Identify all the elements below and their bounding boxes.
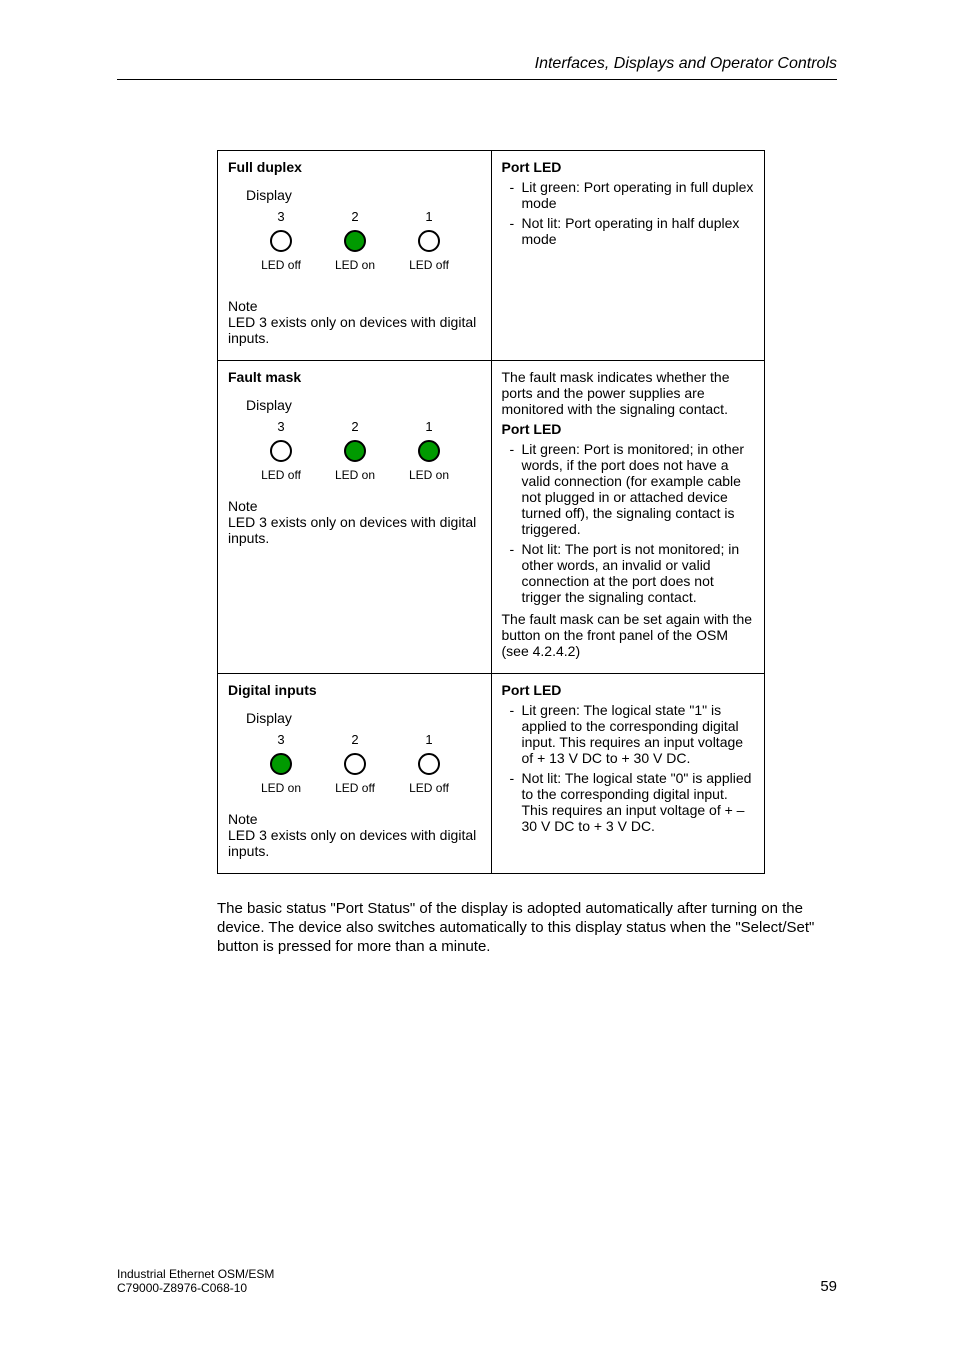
- list-item: Lit green: The logical state "1" is appl…: [510, 702, 755, 766]
- led-state-label: LED off: [261, 258, 301, 272]
- led-col: 1 LED on: [406, 419, 452, 482]
- led-number: 1: [425, 732, 432, 747]
- status-table: Full duplex Display 3 LED off 2 LED on 1: [217, 150, 765, 874]
- led-off-icon: [270, 440, 292, 462]
- led-col: 3 LED off: [258, 419, 304, 482]
- led-col: 1 LED off: [406, 732, 452, 795]
- led-number: 3: [277, 209, 284, 224]
- led-off-icon: [418, 230, 440, 252]
- page-number: 59: [820, 1278, 837, 1295]
- led-on-icon: [344, 440, 366, 462]
- led-col: 2 LED off: [332, 732, 378, 795]
- port-led-list: Lit green: Port is monitored; in other w…: [502, 441, 755, 605]
- cell-fault-mask-left: Fault mask Display 3 LED off 2 LED on 1: [218, 361, 492, 674]
- note-block: Note LED 3 exists only on devices with d…: [228, 811, 481, 859]
- led-col: 3 LED on: [258, 732, 304, 795]
- footer-doc-id: C79000-Z8976-C068-10: [117, 1281, 274, 1295]
- page-footer: Industrial Ethernet OSM/ESM C79000-Z8976…: [117, 1267, 837, 1295]
- led-number: 2: [351, 732, 358, 747]
- row-title: Full duplex: [228, 159, 481, 175]
- note-text: LED 3 exists only on devices with digita…: [228, 827, 481, 859]
- note-text: LED 3 exists only on devices with digita…: [228, 314, 481, 346]
- led-col: 3 LED off: [258, 209, 304, 272]
- led-number: 3: [277, 419, 284, 434]
- note-text: LED 3 exists only on devices with digita…: [228, 514, 481, 546]
- led-state-label: LED off: [409, 258, 449, 272]
- led-state-label: LED on: [261, 781, 301, 795]
- led-number: 1: [425, 209, 432, 224]
- note-block: Note LED 3 exists only on devices with d…: [228, 498, 481, 546]
- led-number: 3: [277, 732, 284, 747]
- footer-doc-title: Industrial Ethernet OSM/ESM: [117, 1267, 274, 1281]
- led-row: 3 LED off 2 LED on 1 LED off: [228, 209, 481, 272]
- note-label: Note: [228, 298, 481, 314]
- led-row: 3 LED off 2 LED on 1 LED on: [228, 419, 481, 482]
- list-item: Lit green: Port operating in full duplex…: [510, 179, 755, 211]
- list-item: Not lit: The port is not monitored; in o…: [510, 541, 755, 605]
- list-item: Lit green: Port is monitored; in other w…: [510, 441, 755, 537]
- led-number: 2: [351, 419, 358, 434]
- footer-text: The fault mask can be set again with the…: [502, 611, 755, 659]
- led-on-icon: [270, 753, 292, 775]
- port-led-heading: Port LED: [502, 421, 755, 437]
- note-label: Note: [228, 811, 481, 827]
- display-label: Display: [228, 397, 481, 413]
- port-led-list: Lit green: The logical state "1" is appl…: [502, 702, 755, 834]
- port-led-heading: Port LED: [502, 159, 755, 175]
- cell-full-duplex-right: Port LED Lit green: Port operating in fu…: [491, 151, 765, 361]
- led-col: 2 LED on: [332, 419, 378, 482]
- led-col: 2 LED on: [332, 209, 378, 272]
- led-on-icon: [344, 230, 366, 252]
- led-col: 1 LED off: [406, 209, 452, 272]
- led-row: 3 LED on 2 LED off 1 LED off: [228, 732, 481, 795]
- led-off-icon: [270, 230, 292, 252]
- port-led-heading: Port LED: [502, 682, 755, 698]
- led-state-label: LED off: [335, 781, 375, 795]
- cell-digital-inputs-left: Digital inputs Display 3 LED on 2 LED of…: [218, 674, 492, 874]
- port-led-list: Lit green: Port operating in full duplex…: [502, 179, 755, 247]
- section-header: Interfaces, Displays and Operator Contro…: [117, 55, 837, 80]
- led-state-label: LED off: [409, 781, 449, 795]
- led-number: 2: [351, 209, 358, 224]
- display-label: Display: [228, 710, 481, 726]
- led-state-label: LED on: [409, 468, 449, 482]
- list-item: Not lit: The logical state "0" is applie…: [510, 770, 755, 834]
- cell-fault-mask-right: The fault mask indicates whether the por…: [491, 361, 765, 674]
- body-paragraph: The basic status "Port Status" of the di…: [217, 900, 837, 956]
- led-number: 1: [425, 419, 432, 434]
- led-on-icon: [418, 440, 440, 462]
- cell-full-duplex-left: Full duplex Display 3 LED off 2 LED on 1: [218, 151, 492, 361]
- display-label: Display: [228, 187, 481, 203]
- row-title: Fault mask: [228, 369, 481, 385]
- footer-left: Industrial Ethernet OSM/ESM C79000-Z8976…: [117, 1267, 274, 1295]
- led-state-label: LED on: [335, 468, 375, 482]
- led-off-icon: [344, 753, 366, 775]
- note-block: Note LED 3 exists only on devices with d…: [228, 298, 481, 346]
- led-state-label: LED on: [335, 258, 375, 272]
- led-off-icon: [418, 753, 440, 775]
- led-state-label: LED off: [261, 468, 301, 482]
- intro-text: The fault mask indicates whether the por…: [502, 369, 755, 417]
- note-label: Note: [228, 498, 481, 514]
- row-title: Digital inputs: [228, 682, 481, 698]
- list-item: Not lit: Port operating in half duplex m…: [510, 215, 755, 247]
- cell-digital-inputs-right: Port LED Lit green: The logical state "1…: [491, 674, 765, 874]
